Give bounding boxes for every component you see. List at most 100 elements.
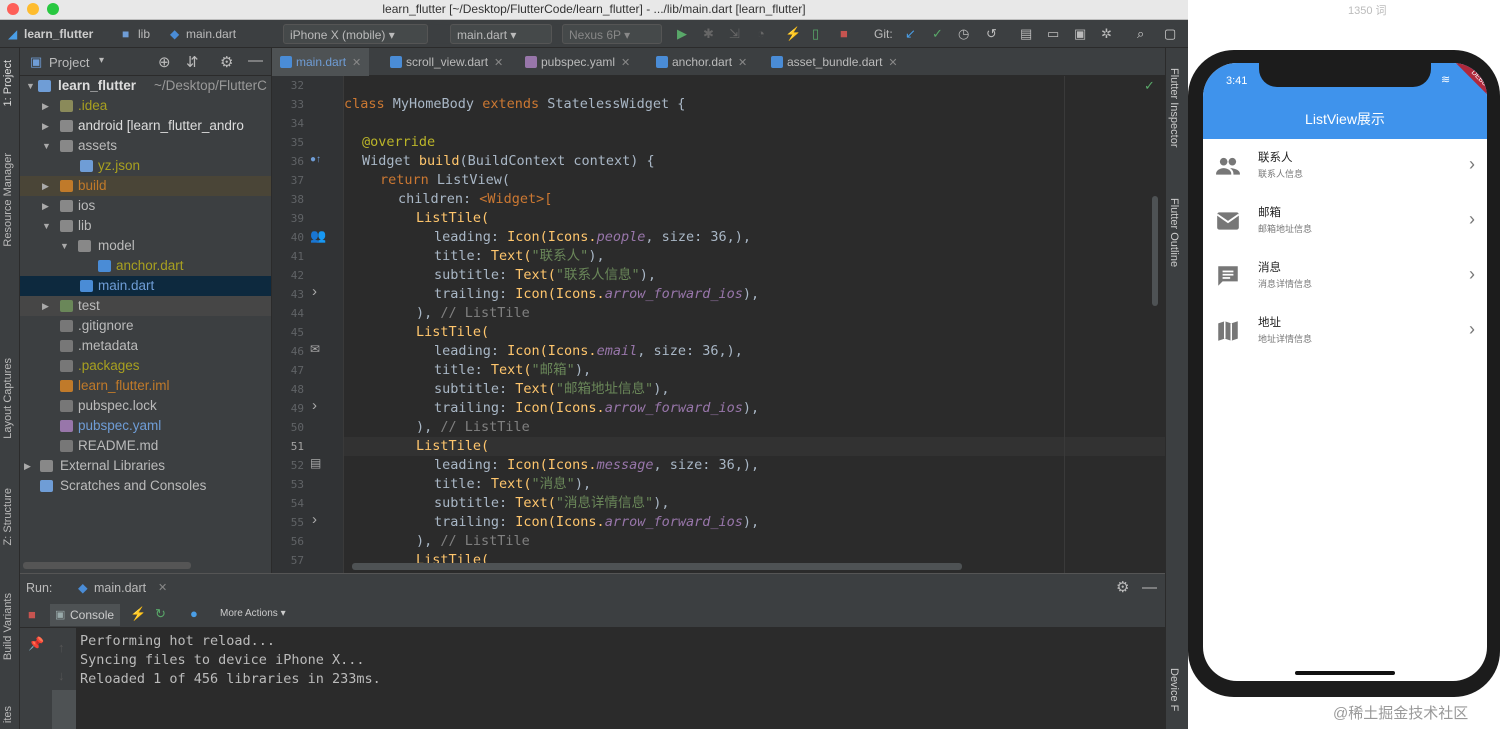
list-item-title: 消息 (1258, 262, 1281, 274)
run-icon[interactable]: ▶ (677, 24, 687, 44)
tab-pubspec-yaml[interactable]: pubspec.yaml ✕ (517, 48, 638, 76)
device-label: iPhone X (mobile) (290, 28, 386, 42)
tree-item-learn-flutter[interactable]: ▼ learn_flutter ~/Desktop/FlutterC (20, 76, 271, 96)
search-icon[interactable]: ⌕ (1137, 24, 1144, 44)
tree-item-yz-json[interactable]: yz.json (20, 156, 271, 176)
tab-anchor-dart[interactable]: anchor.dart ✕ (648, 48, 755, 76)
status-time: 3:41 (1226, 75, 1248, 87)
list-item[interactable]: 地址 地址详情信息 › (1203, 304, 1487, 359)
git-history-icon[interactable]: ◷ (958, 24, 969, 44)
device-selector[interactable]: iPhone X (mobile) ▾ (283, 24, 428, 44)
favorites-tab[interactable]: ites (2, 706, 14, 723)
stop-icon[interactable]: ■ (28, 607, 36, 622)
tree-item-ios[interactable]: ▶ ios (20, 196, 271, 216)
hot-restart-icon[interactable]: ▯ (812, 24, 819, 44)
hot-reload-icon[interactable]: ⚡ (130, 606, 146, 622)
tree-item-metadata[interactable]: .metadata (20, 336, 271, 356)
git-update-icon[interactable]: ↙ (905, 24, 916, 44)
override-gutter-icon[interactable]: ●↑ (310, 154, 321, 165)
tab-main-dart[interactable]: main.dart ✕ (272, 48, 370, 76)
layout-captures-tab[interactable]: Layout Captures (2, 358, 14, 439)
console-tab[interactable]: ▣ Console (50, 604, 121, 626)
breadcrumb-lib[interactable]: lib (138, 24, 150, 44)
flutter-outline-tab[interactable]: Flutter Outline (1168, 198, 1180, 267)
gear-icon[interactable]: ⚙ (220, 53, 233, 71)
list-item[interactable]: 联系人 联系人信息 › (1203, 139, 1487, 194)
chevron-down-icon[interactable]: ▾ (99, 55, 104, 66)
attach-icon[interactable]: ⇲ (729, 24, 740, 44)
tree-item-lib[interactable]: ▼ lib (20, 216, 271, 236)
flutter-inspector-tab[interactable]: Flutter Inspector (1168, 68, 1180, 147)
tab-asset-bundle-dart[interactable]: asset_bundle.dart ✕ (763, 48, 906, 76)
breadcrumb-file[interactable]: main.dart (186, 24, 236, 44)
tree-item-assets[interactable]: ▼ assets (20, 136, 271, 156)
soft-wrap-icon[interactable] (52, 690, 76, 729)
hot-restart-icon[interactable]: ↻ (155, 606, 166, 622)
device-file-explorer-tab[interactable]: Device F (1168, 668, 1180, 711)
stop-icon[interactable]: ■ (840, 24, 848, 44)
up-icon[interactable]: ↑ (58, 640, 65, 655)
tree-item-main-dart[interactable]: main.dart (20, 276, 271, 296)
run-panel-header: Run: ◆ main.dart ✕ ⚙ — (20, 574, 1165, 602)
run-config-selector[interactable]: main.dart ▾ (450, 24, 552, 44)
editor-vertical-scrollbar[interactable] (1152, 196, 1158, 306)
resource-manager-tab[interactable]: Resource Manager (2, 153, 14, 247)
project-view-selector[interactable]: Project (49, 55, 89, 70)
close-icon[interactable]: ✕ (158, 574, 167, 602)
collapse-icon[interactable]: ⇵ (186, 53, 199, 71)
zoom-window-button[interactable] (47, 3, 59, 15)
tree-item-android[interactable]: ▶ android [learn_flutter_andro (20, 116, 271, 136)
list-item[interactable]: 邮箱 邮箱地址信息 › (1203, 194, 1487, 249)
editor-horizontal-scrollbar[interactable] (352, 563, 962, 570)
settings-sync-icon[interactable]: ▢ (1164, 24, 1176, 44)
git-commit-icon[interactable]: ✓ (932, 24, 943, 44)
run-tab-main-dart[interactable]: main.dart (94, 574, 146, 602)
home-indicator[interactable] (1295, 671, 1395, 675)
code-area[interactable]: class MyHomeBody extends StatelessWidget… (344, 76, 1165, 573)
devtools-icon[interactable]: ● (190, 606, 198, 621)
locate-icon[interactable]: ⊕ (158, 53, 171, 71)
tree-item-anchor-dart[interactable]: anchor.dart (20, 256, 271, 276)
flutter-doctor-icon[interactable]: ✲ (1101, 24, 1112, 44)
tree-item-scratches[interactable]: Scratches and Consoles (20, 476, 271, 496)
tree-item-packages[interactable]: .packages (20, 356, 271, 376)
down-icon[interactable]: ↓ (58, 668, 65, 683)
sdk-manager-icon[interactable]: ▤ (1020, 24, 1032, 44)
hot-reload-icon[interactable]: ⚡ (785, 24, 801, 44)
tree-item-iml[interactable]: learn_flutter.iml (20, 376, 271, 396)
build-variants-tab[interactable]: Build Variants (2, 593, 14, 660)
chevron-right-icon: › (312, 511, 317, 528)
tree-item-test[interactable]: ▶ test (20, 296, 271, 316)
code-line-43: trailing: Icon(Icons.arrow_forward_ios), (434, 286, 760, 302)
tree-item-gitignore[interactable]: .gitignore (20, 316, 271, 336)
emulator-selector[interactable]: Nexus 6P ▾ (562, 24, 662, 44)
code-line-40: leading: Icon(Icons.people, size: 36,), (434, 229, 752, 245)
message-icon: ▤ (310, 456, 322, 470)
hide-panel-icon[interactable]: — (1142, 574, 1157, 602)
tree-item-external-libraries[interactable]: ▶ External Libraries (20, 456, 271, 476)
tree-item-readme[interactable]: README.md (20, 436, 271, 456)
tree-item-pubspec-yaml[interactable]: pubspec.yaml (20, 416, 271, 436)
android-icon[interactable]: ▣ (1074, 24, 1086, 44)
list-item[interactable]: 消息 消息详情信息 › (1203, 249, 1487, 304)
profile-icon[interactable]: ◔ (757, 24, 765, 44)
tree-item-build[interactable]: ▶ build (20, 176, 271, 196)
gear-icon[interactable]: ⚙ (1116, 574, 1129, 602)
minimize-window-button[interactable] (27, 3, 39, 15)
tree-item-pubspec-lock[interactable]: pubspec.lock (20, 396, 271, 416)
tab-scroll-view-dart[interactable]: scroll_view.dart ✕ (382, 48, 511, 76)
tree-item-model[interactable]: ▼ model (20, 236, 271, 256)
hide-panel-icon[interactable]: — (248, 52, 263, 69)
git-rollback-icon[interactable]: ↺ (986, 24, 997, 44)
left-tool-strip: 1: Project Resource Manager Layout Captu… (0, 48, 20, 729)
project-tool-tab[interactable]: 1: Project (2, 60, 14, 106)
debug-icon[interactable]: ✱ (703, 24, 714, 44)
avd-manager-icon[interactable]: ▭ (1047, 24, 1059, 44)
breadcrumb-project[interactable]: learn_flutter (24, 24, 93, 44)
tree-item-idea[interactable]: ▶ .idea (20, 96, 271, 116)
structure-tab[interactable]: Z: Structure (2, 488, 14, 545)
pin-icon[interactable]: 📌 (28, 636, 44, 652)
project-horizontal-scrollbar[interactable] (23, 562, 191, 569)
more-actions-menu[interactable]: More Actions ▾ (220, 608, 286, 619)
close-window-button[interactable] (7, 3, 19, 15)
